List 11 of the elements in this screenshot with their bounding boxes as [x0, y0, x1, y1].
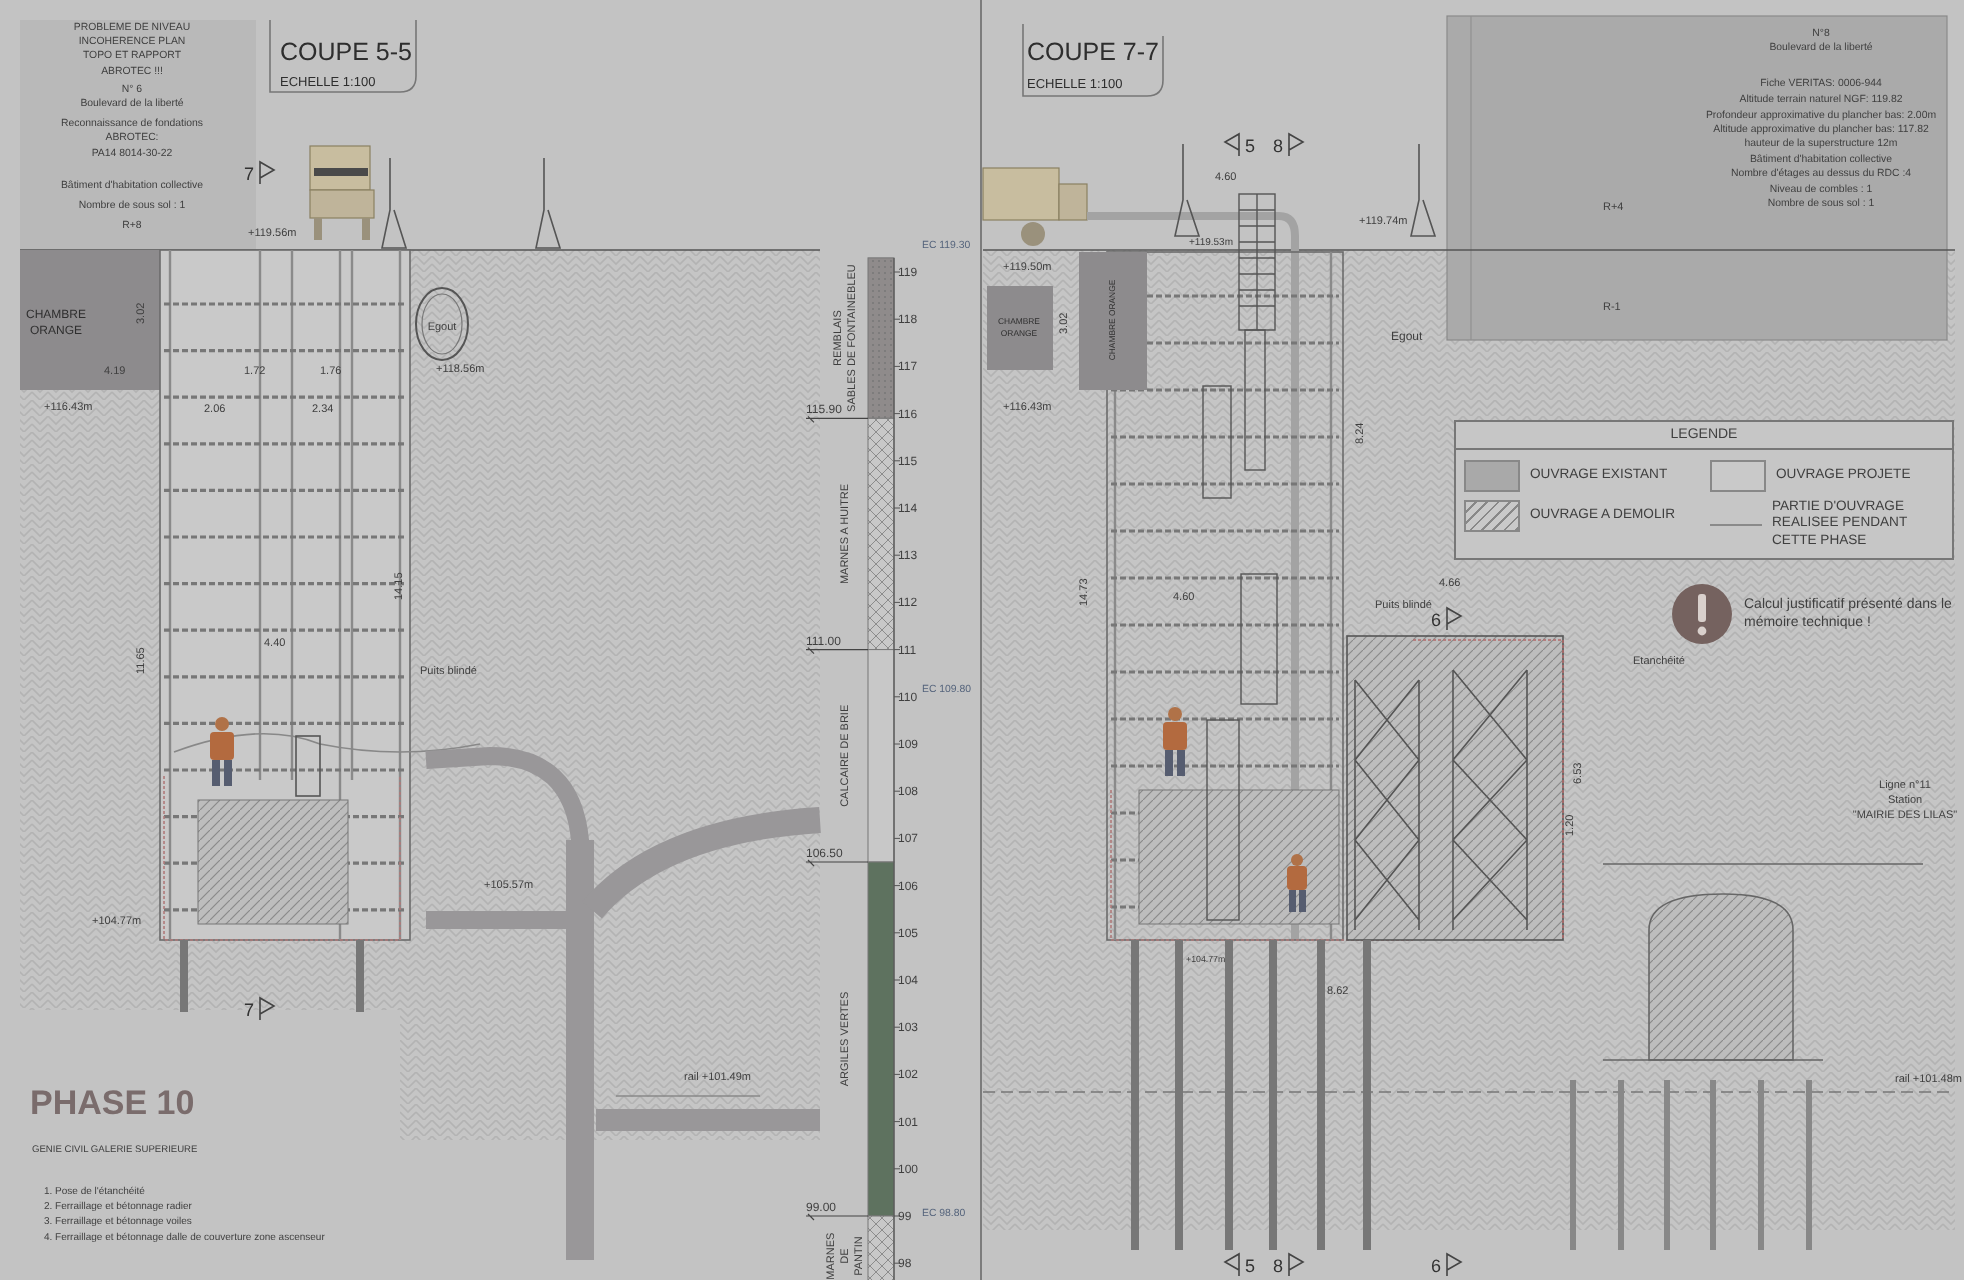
section-mark: 7	[244, 164, 255, 184]
section-mark: 8	[1273, 136, 1284, 156]
section-mark: 5	[1245, 1256, 1256, 1276]
phase-title: PHASE 10	[30, 1084, 195, 1122]
section-mark: 7	[244, 1000, 255, 1020]
section-mark: 6	[1431, 610, 1442, 630]
section-title: COUPE 7-7	[1027, 38, 1159, 66]
section-mark: 6	[1431, 1256, 1442, 1276]
section-mark: 8	[1273, 1256, 1284, 1276]
section-title: COUPE 5-5	[280, 38, 412, 66]
section-mark: 5	[1245, 136, 1256, 156]
